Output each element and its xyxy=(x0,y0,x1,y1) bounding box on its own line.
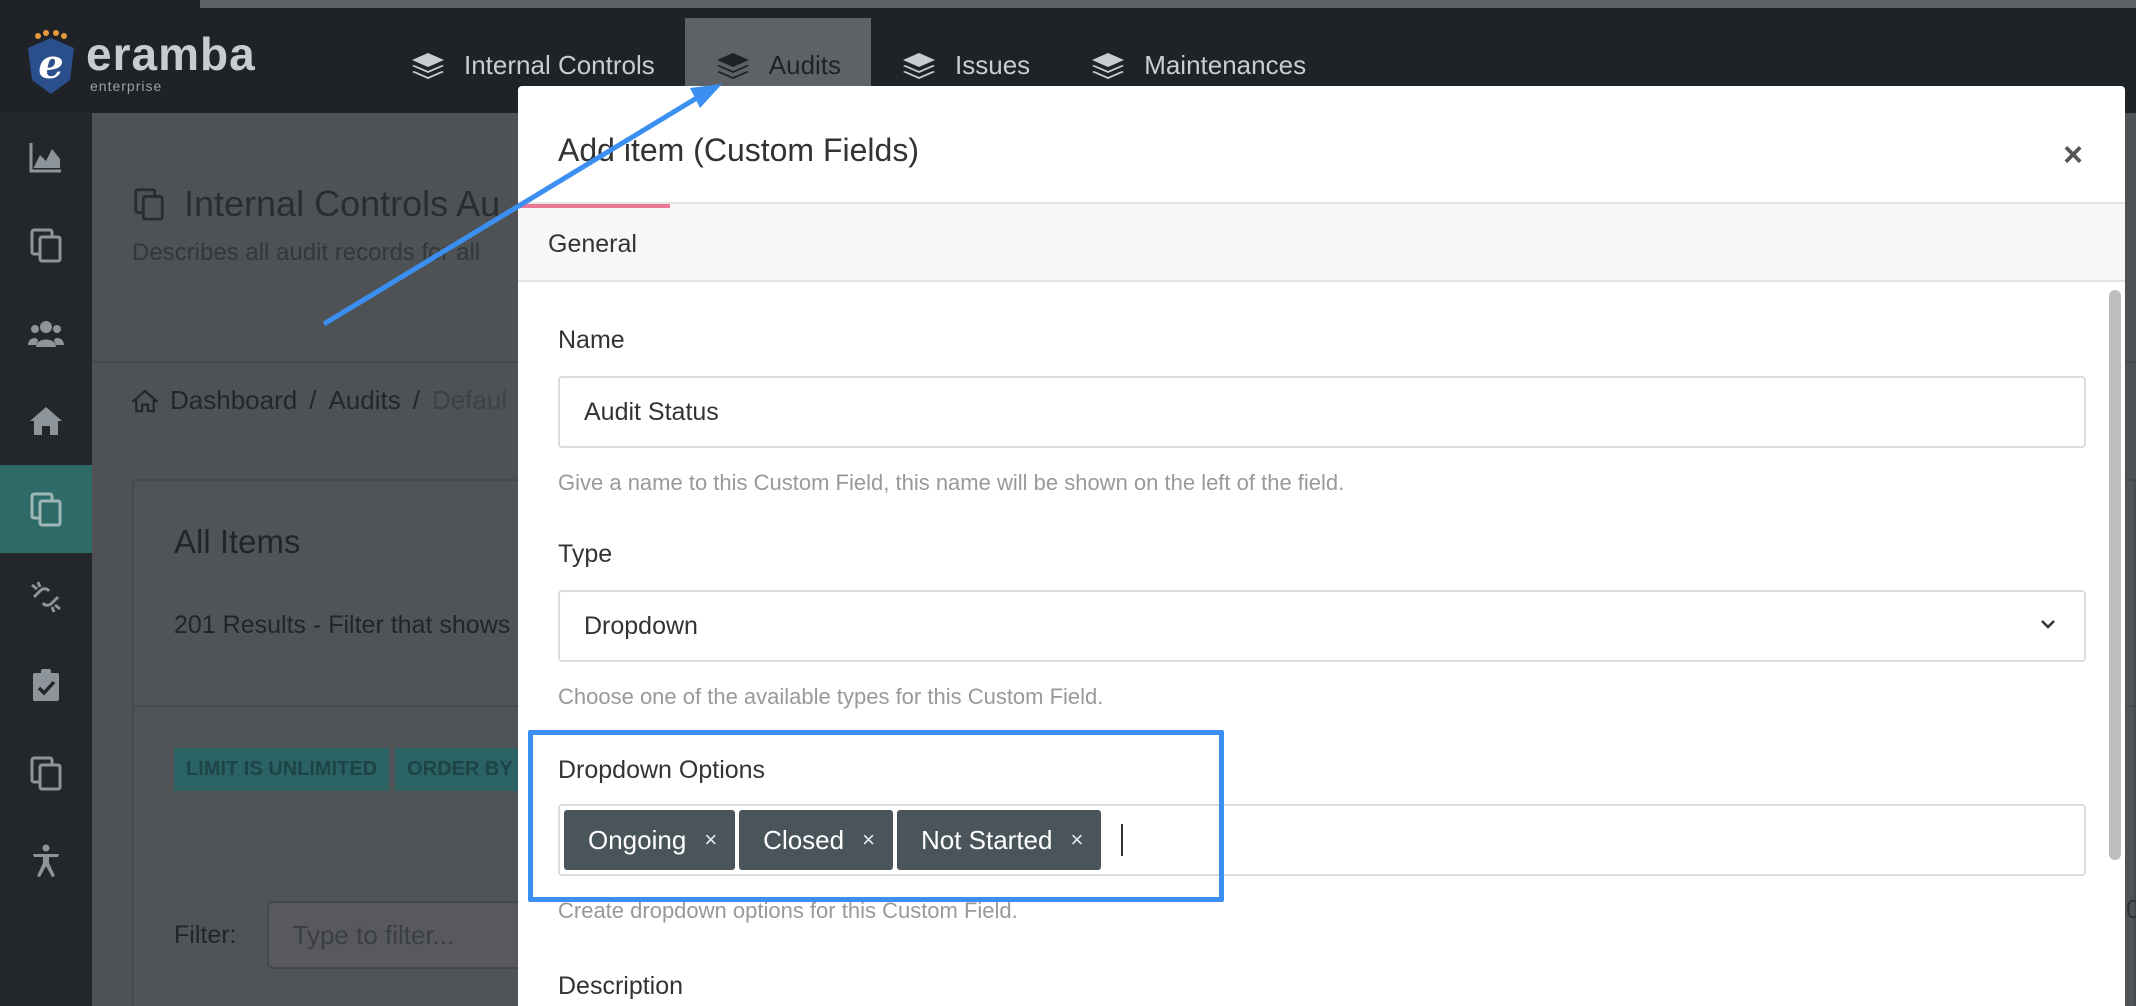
description-label: Description xyxy=(558,972,684,1000)
type-help: Choose one of the available types for th… xyxy=(558,684,1104,709)
sidebar-item-home[interactable] xyxy=(0,377,92,465)
brand-logo[interactable]: e eramba enterprise xyxy=(24,30,256,98)
sidebar-item-tasks[interactable] xyxy=(0,641,92,729)
results-count: 201 Results - Filter that shows xyxy=(174,611,511,639)
page-title-text: Internal Controls Au xyxy=(184,183,501,224)
sidebar-item-controls[interactable] xyxy=(0,465,92,553)
limit-tag[interactable]: LIMIT IS UNLIMITED xyxy=(174,748,390,791)
users-icon xyxy=(28,321,64,347)
tab-general[interactable]: General xyxy=(518,204,670,280)
home-icon xyxy=(132,388,158,412)
nav-label: Internal Controls xyxy=(464,50,655,80)
sidebar-item-documents[interactable] xyxy=(0,201,92,289)
sidebar-item-reports[interactable] xyxy=(0,729,92,817)
sidebar-item-accessibility[interactable] xyxy=(0,817,92,905)
eramba-logo-icon: e xyxy=(24,30,78,98)
nav-label: Maintenances xyxy=(1144,50,1307,80)
modal-tabs: General xyxy=(518,204,2125,282)
nav-label: Issues xyxy=(955,50,1031,80)
type-select-value: Dropdown xyxy=(584,611,698,640)
edge-text: 0 xyxy=(2126,894,2136,924)
sidebar xyxy=(0,113,92,1006)
nav-label: Audits xyxy=(768,50,842,80)
filter-tags: LIMIT IS UNLIMITED ORDER BY xyxy=(174,748,525,791)
name-input[interactable]: Audit Status xyxy=(558,376,2086,448)
brand-name: eramba xyxy=(86,28,256,80)
card-title: All Items xyxy=(174,523,301,560)
close-button[interactable]: × xyxy=(2063,136,2083,175)
broken-link-icon xyxy=(31,581,61,613)
type-select[interactable]: Dropdown xyxy=(558,590,2086,662)
page-subtitle: Describes all audit records for all xyxy=(132,239,481,266)
svg-text:e: e xyxy=(38,41,63,88)
page: e eramba enterprise Internal Controls Au… xyxy=(0,0,2136,1006)
copy-icon xyxy=(134,188,164,221)
copy-icon xyxy=(30,228,62,263)
sidebar-item-links[interactable] xyxy=(0,553,92,641)
accessibility-icon xyxy=(33,844,59,877)
type-label: Type xyxy=(558,540,613,568)
modal-title: Add item (Custom Fields) xyxy=(558,132,919,168)
layers-icon xyxy=(1092,52,1125,79)
breadcrumb-dashboard[interactable]: Dashboard xyxy=(170,385,297,416)
name-label: Name xyxy=(558,326,625,354)
breadcrumb-sep: / xyxy=(412,385,420,415)
modal-header: Add item (Custom Fields) × xyxy=(518,86,2125,204)
modal-scrollbar[interactable] xyxy=(2109,290,2121,860)
layers-icon xyxy=(412,52,444,79)
sidebar-item-dashboard[interactable] xyxy=(0,113,92,201)
sidebar-item-users[interactable] xyxy=(0,289,92,377)
copy-icon xyxy=(30,756,62,791)
filter-label: Filter: xyxy=(174,920,237,949)
home-icon xyxy=(30,407,62,435)
breadcrumb-current: Defaul xyxy=(431,385,508,415)
brand-edition: enterprise xyxy=(90,78,163,94)
clipboard-check-icon xyxy=(33,669,59,701)
chart-area-icon xyxy=(29,143,61,173)
layers-icon xyxy=(716,52,749,79)
layers-icon xyxy=(903,52,936,79)
copy-icon xyxy=(30,492,62,527)
breadcrumb-sep: / xyxy=(309,385,317,415)
breadcrumb-audits[interactable]: Audits xyxy=(328,385,400,416)
name-help: Give a name to this Custom Field, this n… xyxy=(558,470,1345,495)
page-title: Internal Controls Au xyxy=(132,183,500,225)
breadcrumb: Dashboard / Audits / Defaul xyxy=(132,385,507,416)
chevron-down-icon xyxy=(2041,620,2055,629)
highlight-box xyxy=(528,730,1224,902)
order-tag[interactable]: ORDER BY xyxy=(395,748,525,791)
